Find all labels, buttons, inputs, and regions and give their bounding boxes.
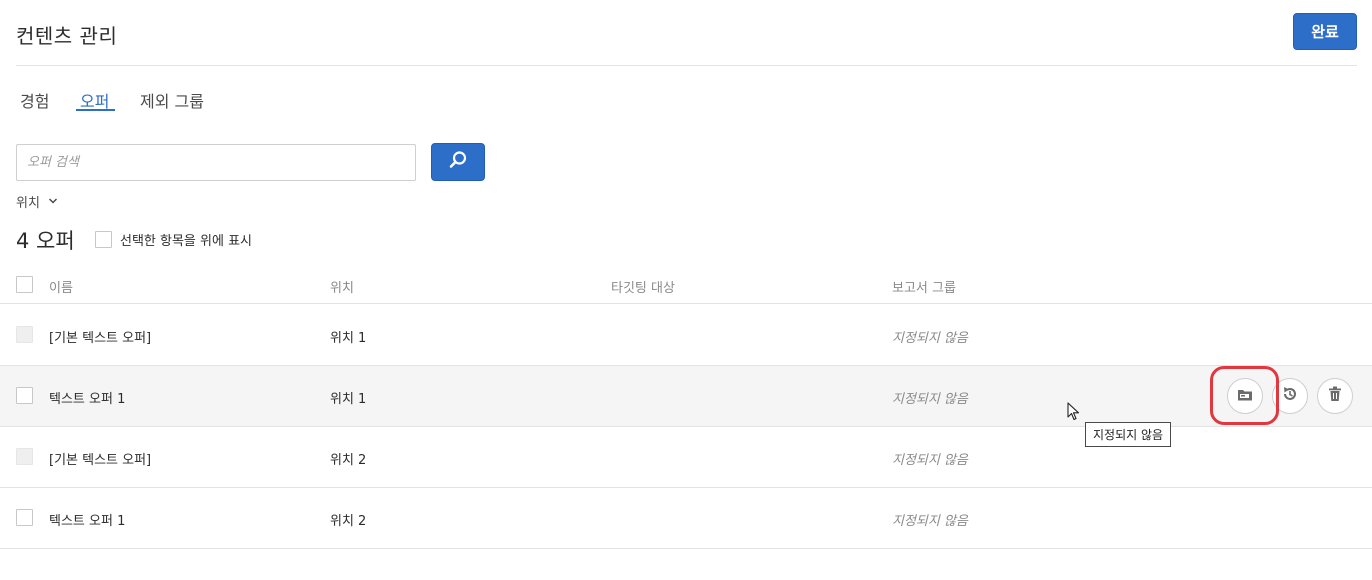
search-button[interactable] — [431, 143, 485, 181]
chevron-down-icon — [48, 194, 58, 209]
search-input[interactable] — [16, 144, 416, 181]
show-selected-checkbox[interactable] — [95, 231, 112, 248]
search-icon — [448, 150, 468, 174]
offer-name[interactable]: [기본 텍스트 오퍼] — [49, 327, 151, 346]
offer-report-group: 지정되지 않음 — [892, 392, 968, 407]
header-divider — [16, 65, 1357, 66]
offer-location: 위치 1 — [330, 331, 367, 346]
tooltip: 지정되지 않음 — [1085, 422, 1172, 447]
column-header-name[interactable]: 이름 — [49, 277, 73, 296]
offer-report-group: 지정되지 않음 — [892, 331, 968, 346]
row-checkbox — [16, 448, 33, 465]
offer-count: 4 오퍼 — [16, 229, 75, 253]
offer-location: 위치 2 — [330, 514, 367, 529]
offer-name[interactable]: [기본 텍스트 오퍼] — [49, 449, 151, 468]
table-row[interactable]: [기본 텍스트 오퍼] 위치 1 지정되지 않음 — [0, 305, 1372, 366]
column-header-targeting[interactable]: 타깃팅 대상 — [611, 277, 675, 296]
table-row[interactable]: 텍스트 오퍼 1 위치 2 지정되지 않음 — [0, 488, 1372, 549]
callout-highlight — [1210, 366, 1279, 425]
location-filter-label: 위치 — [16, 196, 40, 211]
show-selected-label: 선택한 항목을 위에 표시 — [120, 234, 252, 249]
column-header-location[interactable]: 위치 — [330, 277, 354, 296]
show-selected-toggle[interactable]: 선택한 항목을 위에 표시 — [95, 230, 252, 249]
offer-name[interactable]: 텍스트 오퍼 1 — [49, 510, 125, 529]
offer-location: 위치 2 — [330, 453, 367, 468]
table-row[interactable]: 텍스트 오퍼 1 위치 1 지정되지 않음 — [0, 366, 1372, 427]
offer-location: 위치 1 — [330, 392, 367, 407]
done-button[interactable]: 완료 — [1293, 13, 1357, 50]
active-tab-indicator — [76, 109, 115, 111]
row-checkbox — [16, 326, 33, 343]
table-header: 이름 위치 타깃팅 대상 보고서 그룹 — [0, 266, 1372, 304]
page-title: 컨텐츠 관리 — [16, 24, 118, 48]
select-all-checkbox[interactable] — [16, 276, 33, 293]
history-icon — [1281, 385, 1299, 407]
row-checkbox[interactable] — [16, 509, 33, 526]
offer-report-group: 지정되지 않음 — [892, 514, 968, 529]
row-checkbox[interactable] — [16, 387, 33, 404]
tab-exclusion-groups[interactable]: 제외 그룹 — [140, 88, 204, 112]
location-filter[interactable]: 위치 — [16, 192, 58, 211]
offer-name[interactable]: 텍스트 오퍼 1 — [49, 388, 125, 407]
tab-experiences[interactable]: 경험 — [20, 88, 49, 112]
offer-report-group: 지정되지 않음 — [892, 453, 968, 468]
column-header-report-group[interactable]: 보고서 그룹 — [892, 277, 956, 296]
trash-icon — [1328, 386, 1342, 406]
mouse-pointer-icon — [1067, 402, 1081, 426]
delete-button[interactable] — [1317, 378, 1353, 414]
